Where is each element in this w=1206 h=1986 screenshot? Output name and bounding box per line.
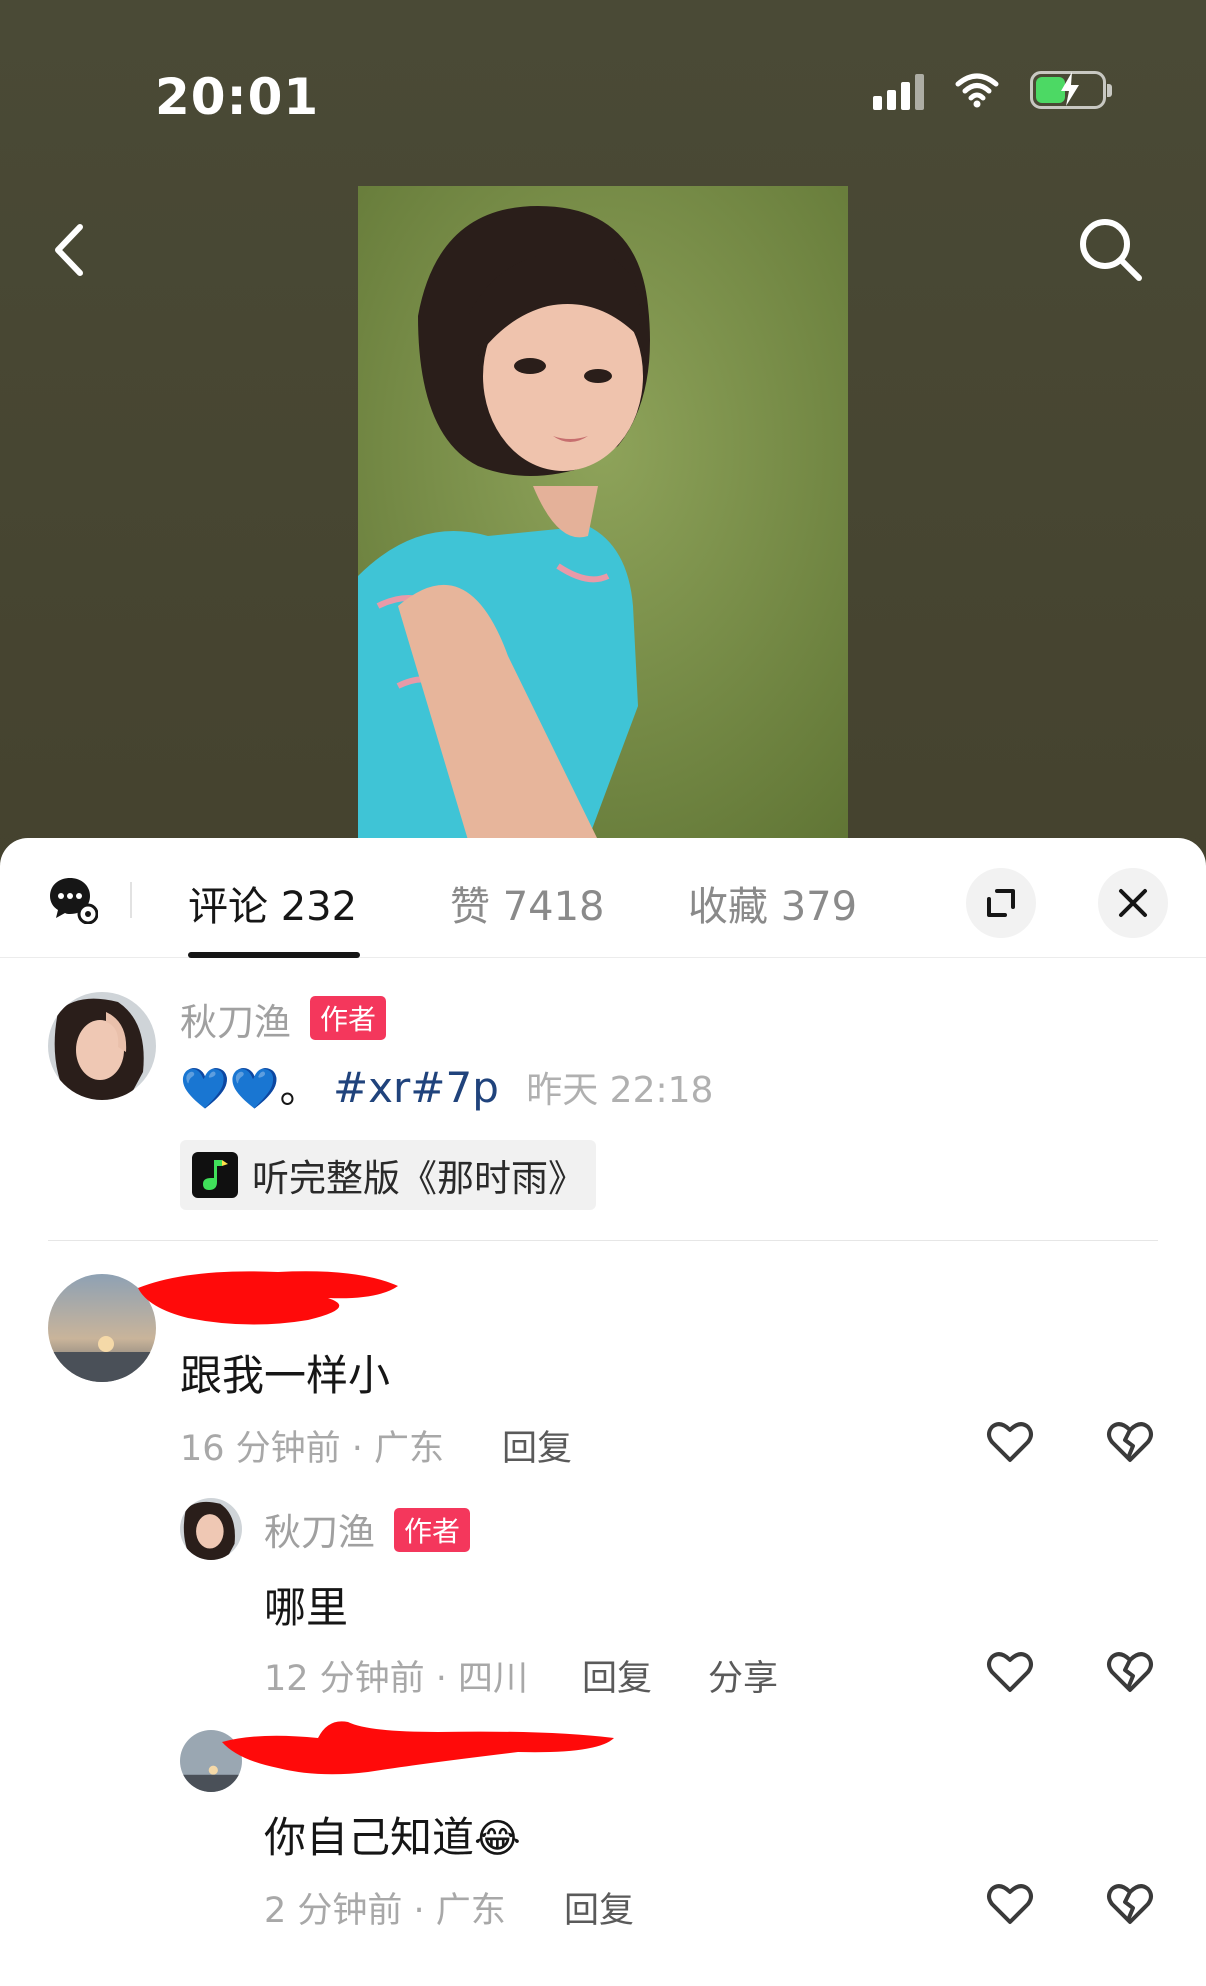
chat-settings-icon[interactable] [48, 874, 98, 924]
reply-button[interactable]: 回复 [582, 1650, 652, 1701]
dislike-icon[interactable] [1104, 1416, 1156, 1468]
share-button[interactable]: 分享 [708, 1650, 778, 1701]
reply-meta: 2 分钟前 · 广东 [264, 1891, 506, 1931]
music-label: 听完整版《那时雨》 [252, 1157, 585, 1200]
close-icon [1119, 889, 1147, 917]
reply-button[interactable]: 回复 [502, 1420, 572, 1471]
redaction-mark [222, 1721, 614, 1775]
reply-button[interactable]: 回复 [564, 1882, 634, 1933]
reply-text-content: 你自己知道 [264, 1813, 475, 1862]
author-badge: 作者 [310, 996, 387, 1040]
close-button[interactable] [1098, 868, 1168, 938]
active-tab-indicator [188, 952, 360, 958]
reply-meta: 12 分钟前 · 四川 [264, 1659, 529, 1699]
expand-icon [987, 889, 1015, 917]
divider [48, 1240, 1158, 1241]
laughing-crying-emoji: 😂 [474, 1816, 521, 1862]
heart-icon[interactable] [984, 1646, 1036, 1698]
heart-icon[interactable] [984, 1416, 1036, 1468]
wifi-icon [955, 73, 999, 108]
chevron-left-icon[interactable] [40, 215, 100, 285]
reply-author-name[interactable]: 秋刀渔 [264, 1502, 375, 1556]
music-chip[interactable]: 听完整版《那时雨》 [180, 1140, 596, 1210]
post-hashtags[interactable]: #xr#7p [333, 1063, 499, 1112]
battery-icon [1030, 71, 1112, 109]
status-time: 20:01 [155, 68, 320, 126]
tab-divider [130, 882, 132, 918]
tab-comments[interactable]: 评论 232 [188, 874, 357, 932]
dislike-icon[interactable] [1104, 1878, 1156, 1930]
comment-text: 跟我一样小 [180, 1351, 391, 1400]
reply-text: 你自己知道😂 [264, 1804, 521, 1865]
post-emoji-text: 💙💙。 [180, 1066, 320, 1112]
author-name[interactable]: 秋刀渔 [180, 992, 291, 1046]
comments-sheet: 评论 232 赞 7418 收藏 379 秋刀渔 作者 💙💙。 #xr#7p 昨… [0, 838, 1206, 1986]
comment-meta: 16 分钟前 · 广东 [180, 1429, 445, 1469]
tab-favorites[interactable]: 收藏 379 [688, 874, 857, 932]
author-avatar[interactable] [48, 992, 156, 1100]
tab-likes[interactable]: 赞 7418 [450, 874, 605, 932]
post-time: 昨天 22:18 [526, 1070, 714, 1111]
screen: 20:01 评论 232 赞 7418 收藏 379 秋刀渔 作者 💙💙。 #x… [0, 0, 1206, 1986]
status-icons [873, 70, 1112, 110]
reply-text: 哪里 [264, 1583, 349, 1632]
signal-icon [873, 70, 924, 110]
post-photo[interactable] [358, 186, 848, 840]
author-post-text: 💙💙。 #xr#7p 昨天 22:18 [180, 1056, 713, 1114]
expand-button[interactable] [966, 868, 1036, 938]
reply-author-badge: 作者 [394, 1508, 471, 1552]
dislike-icon[interactable] [1104, 1646, 1156, 1698]
redaction-mark [138, 1271, 398, 1325]
heart-icon[interactable] [984, 1878, 1036, 1930]
author-avatar-small[interactable] [180, 1498, 242, 1560]
comments-tabbar: 评论 232 赞 7418 收藏 379 [0, 838, 1206, 958]
music-app-icon [192, 1152, 238, 1198]
search-icon[interactable] [1071, 210, 1151, 290]
